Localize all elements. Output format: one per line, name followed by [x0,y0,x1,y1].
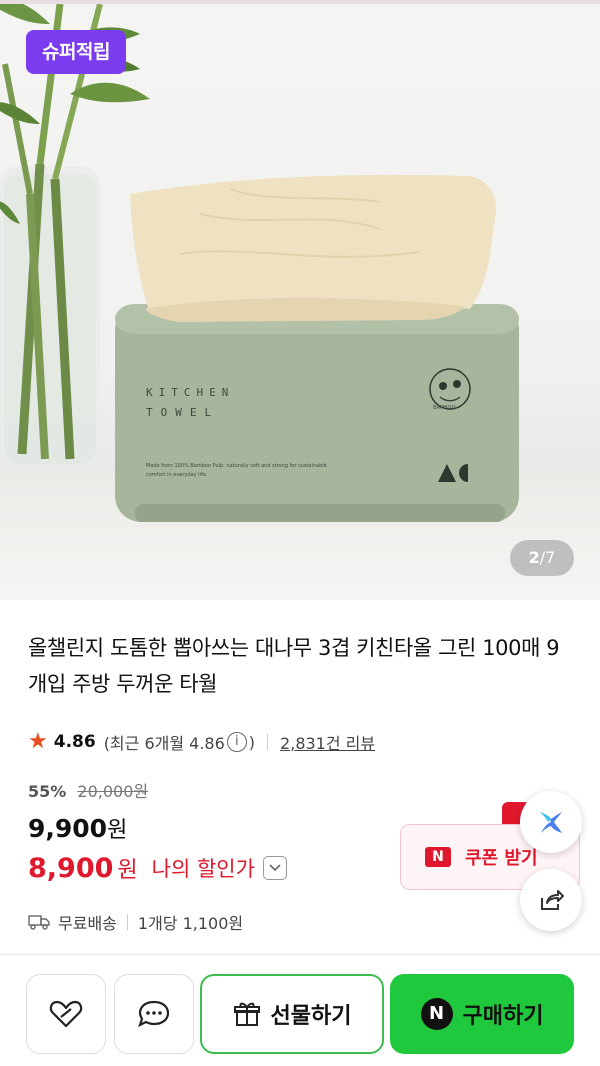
box-print-small: Made from 100% Bamboo Pulp. naturally so… [146,463,327,478]
discount-percent: 55% [28,782,67,801]
my-price-value: 8,900 [28,852,114,884]
divider [126,914,128,930]
product-image-carousel[interactable]: 슈퍼적립 KITCHEN TOWEL Made from 100% Bamboo… [0,4,600,600]
like-button[interactable] [26,974,106,1054]
image-counter: 2/7 [510,540,574,576]
my-discount-price-row[interactable]: 8,900 원 나의 할인가 [28,852,287,884]
chat-button[interactable] [114,974,194,1054]
box-logo-text: BAMBOO [433,405,456,411]
box-print-kitchen: KITCHEN [146,386,235,399]
ai-sparkle-icon [540,812,562,833]
chevron-down-icon[interactable] [262,856,287,880]
rating-value: 4.86 [53,732,96,752]
product-title: 올챌린지 도톰한 뽑아쓰는 대나무 3겹 키친타올 그린 100매 9개입 주방… [28,636,560,696]
recent-rating: (최근 6개월 4.86 [103,734,225,753]
truck-icon [28,914,50,930]
bottom-bar-divider [0,954,600,955]
original-price: 20,000원 [77,782,149,801]
my-price-label: 나의 할인가 [151,857,255,881]
info-icon[interactable]: i [226,732,247,752]
gift-label: 선물하기 [270,1004,352,1029]
shipping-label: 무료배송 [58,914,117,933]
naver-pay-n-icon: N [420,998,453,1030]
rating-row: ★ 4.86 (최근 6개월 4.86 i ) 2,831건 리뷰 [28,728,375,756]
unit-price: 1개당 1,100원 [137,914,244,933]
star-icon: ★ [28,729,48,754]
gift-button[interactable]: 선물하기 [200,974,384,1054]
reviews-link[interactable]: 2,831건 리뷰 [280,730,375,754]
buy-label: 구매하기 [462,1004,544,1029]
recent-rating-close: ) [248,732,256,752]
box-print-towel: TOWEL [146,406,220,419]
my-price-unit: 원 [117,858,138,883]
sale-price-unit: 원 [107,818,128,843]
shipping-row: 무료배송 1개당 1,100원 [28,910,243,934]
chat-icon [138,1000,170,1028]
sale-price: 9,900원 [28,812,127,844]
product-photo [0,4,519,522]
heart-icon [49,1000,83,1028]
coupon-label: 쿠폰 받기 [465,848,538,869]
gift-icon [233,1002,260,1026]
divider [267,734,269,750]
naver-n-icon: N [425,847,451,867]
share-button[interactable] [520,869,582,931]
discount-row: 55% 20,000원 [28,778,148,802]
ai-assistant-button[interactable] [520,791,582,853]
sale-price-value: 9,900 [28,814,108,843]
super-reward-badge: 슈퍼적립 [26,30,126,74]
share-icon [541,890,564,910]
buy-button[interactable]: N 구매하기 [390,974,574,1054]
image-counter-total: /7 [539,548,556,567]
image-counter-current: 2 [528,548,540,567]
